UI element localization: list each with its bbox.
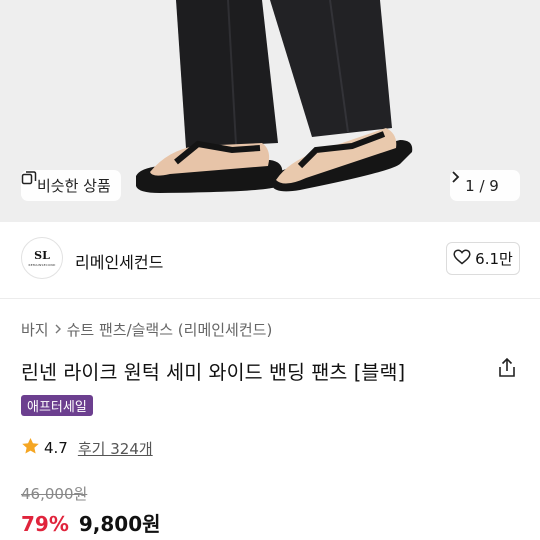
sale-price: 9,800원	[78, 512, 161, 536]
shop-logo-text: REMAINSECOND	[28, 262, 56, 267]
image-counter-text: 1 / 9	[465, 176, 499, 195]
product-image-carousel[interactable]: 비슷한 상품 1 / 9	[0, 0, 540, 222]
sale-badge: 애프터세일	[21, 395, 93, 416]
breadcrumb-item-subcategory[interactable]: 슈트 팬츠/슬랙스 (리메인세컨드)	[67, 319, 273, 340]
star-icon	[21, 437, 40, 459]
breadcrumb-item-category[interactable]: 바지	[21, 319, 49, 340]
similar-products-button[interactable]: 비슷한 상품	[21, 170, 121, 201]
shop-logo[interactable]: SL REMAINSECOND	[21, 237, 63, 279]
rating: 4.7 후기 324개	[21, 437, 153, 459]
reviews-link[interactable]: 후기 324개	[78, 438, 153, 459]
breadcrumb: 바지 슈트 팬츠/슬랙스 (리메인세컨드)	[21, 319, 272, 340]
price-row: 79% 9,800원	[21, 508, 161, 537]
like-count: 6.1만	[475, 250, 513, 268]
original-price: 46,000원	[21, 485, 88, 503]
similar-products-label: 비슷한 상품	[37, 177, 111, 195]
shop-name[interactable]: 리메인세컨드	[75, 249, 163, 273]
product-title: 린넨 라이크 원턱 세미 와이드 밴딩 팬츠 [블랙]	[21, 361, 406, 384]
discount-rate: 79%	[21, 512, 69, 536]
heart-icon	[453, 248, 471, 269]
share-icon[interactable]	[495, 356, 519, 380]
image-counter[interactable]: 1 / 9	[450, 170, 520, 201]
rating-score: 4.7	[44, 439, 68, 457]
chevron-right-icon	[54, 321, 62, 339]
shop-logo-mark: SL	[34, 248, 50, 262]
like-button[interactable]: 6.1만	[446, 242, 520, 275]
